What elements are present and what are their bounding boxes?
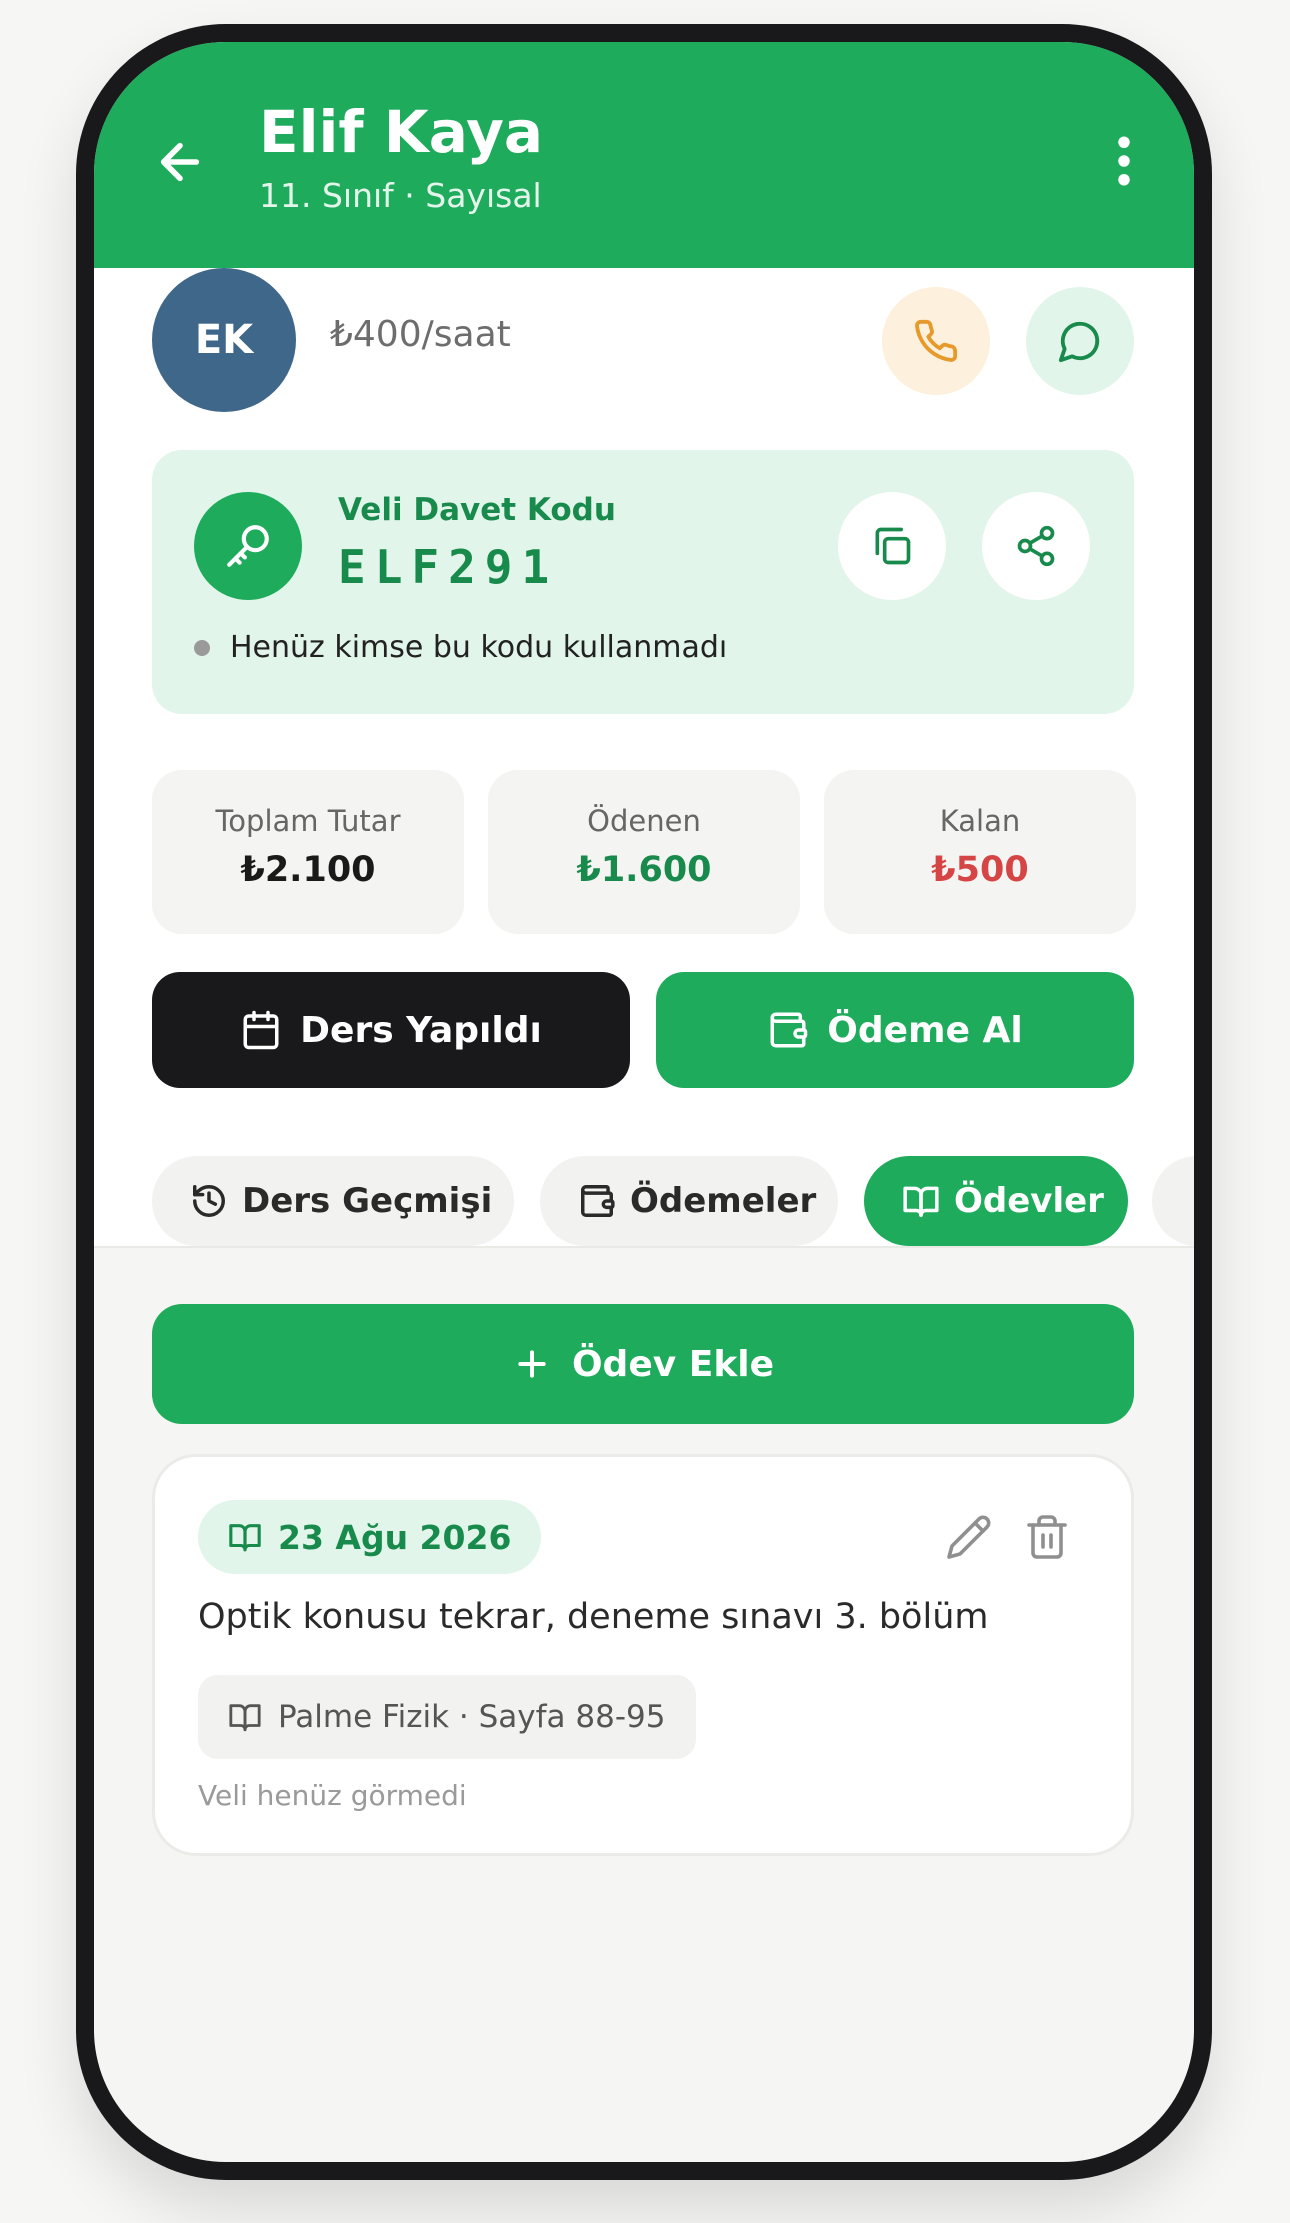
chat-bubble-icon — [1058, 321, 1100, 363]
status-dot — [194, 639, 210, 656]
lesson-done-button[interactable]: Ders Yapıldı — [152, 972, 630, 1088]
copy-code-button[interactable] — [838, 492, 946, 600]
homework-card: 23 Ağu 2026 Optik konusu tekrar, deneme … — [152, 1454, 1134, 1856]
stat-paid-label: Ödenen — [587, 804, 701, 838]
student-summary — [94, 268, 1194, 1248]
phone-frame: Elif Kaya 11. Sınıf · Sayısal EK ₺400/sa… — [76, 24, 1212, 2180]
student-class: 11. Sınıf · Sayısal — [259, 176, 542, 215]
stat-paid: Ödenen ₺1.600 — [488, 770, 800, 934]
back-arrow-icon[interactable] — [152, 134, 208, 190]
homework-source: Palme Fizik · Sayfa 88-95 — [198, 1675, 696, 1759]
key-badge — [194, 492, 302, 600]
book-icon — [229, 1704, 261, 1732]
stat-paid-value: ₺1.600 — [576, 850, 712, 890]
stat-total-label: Toplam Tutar — [215, 804, 401, 838]
invite-code: ELF291 — [338, 540, 559, 594]
tab-payments[interactable]: Ödemeler — [540, 1156, 838, 1246]
lesson-done-label: Ders Yapıldı — [300, 1009, 542, 1051]
invite-code-label: Veli Davet Kodu — [338, 492, 616, 528]
wallet-icon — [770, 1012, 808, 1048]
edit-pencil-icon[interactable] — [945, 1513, 993, 1561]
homework-date-badge: 23 Ağu 2026 — [198, 1500, 542, 1574]
book-icon — [903, 1186, 939, 1217]
wallet-icon — [581, 1185, 615, 1217]
more-options-icon[interactable] — [1094, 128, 1154, 194]
tab-homework[interactable]: Ödevler — [864, 1156, 1128, 1246]
app-screen: Elif Kaya 11. Sınıf · Sayısal EK ₺400/sa… — [94, 42, 1194, 2162]
parent-seen-status: Veli henüz görmedi — [198, 1779, 467, 1812]
take-payment-label: Ödeme Al — [827, 1009, 1023, 1051]
homework-description: Optik konusu tekrar, deneme sınavı 3. bö… — [198, 1597, 989, 1637]
call-button[interactable] — [882, 287, 990, 395]
stat-total: Toplam Tutar ₺2.100 — [152, 770, 464, 934]
avatar: EK — [152, 268, 296, 412]
phone-icon — [915, 319, 958, 362]
share-code-button[interactable] — [982, 492, 1090, 600]
invite-status-text: Henüz kimse bu kodu kullanmadı — [230, 630, 728, 665]
tab-lesson-history[interactable]: Ders Geçmişi — [152, 1156, 514, 1246]
invite-status: Henüz kimse bu kodu kullanmadı — [194, 630, 727, 665]
stat-remaining: Kalan ₺500 — [824, 770, 1136, 934]
book-icon — [229, 1524, 261, 1552]
tab-lesson-history-label: Ders Geçmişi — [242, 1181, 493, 1221]
parent-invite-card: Veli Davet Kodu ELF291 Henüz kimse bu ko… — [152, 450, 1134, 714]
calendar-icon — [243, 1010, 279, 1050]
trash-icon[interactable] — [1023, 1513, 1071, 1561]
app-header: Elif Kaya 11. Sınıf · Sayısal — [94, 42, 1194, 268]
add-homework-label: Ödev Ekle — [571, 1343, 775, 1385]
tab-payments-label: Ödemeler — [630, 1181, 817, 1221]
add-homework-button[interactable]: Ödev Ekle — [152, 1304, 1134, 1424]
stat-total-value: ₺2.100 — [240, 850, 376, 890]
tab-homework-label: Ödevler — [954, 1181, 1104, 1221]
homework-source-text: Palme Fizik · Sayfa 88-95 — [278, 1699, 666, 1735]
share-icon — [1017, 525, 1055, 567]
plus-icon — [518, 1350, 546, 1378]
stat-remaining-label: Kalan — [939, 804, 1021, 838]
student-name: Elif Kaya — [259, 98, 544, 166]
message-button[interactable] — [1026, 287, 1134, 395]
homework-date: 23 Ağu 2026 — [278, 1517, 512, 1557]
stat-remaining-value: ₺500 — [931, 850, 1029, 890]
hourly-rate: ₺400/saat — [330, 314, 511, 355]
key-icon — [227, 525, 269, 567]
copy-icon — [875, 527, 911, 565]
history-icon — [193, 1185, 225, 1217]
take-payment-button[interactable]: Ödeme Al — [656, 972, 1134, 1088]
